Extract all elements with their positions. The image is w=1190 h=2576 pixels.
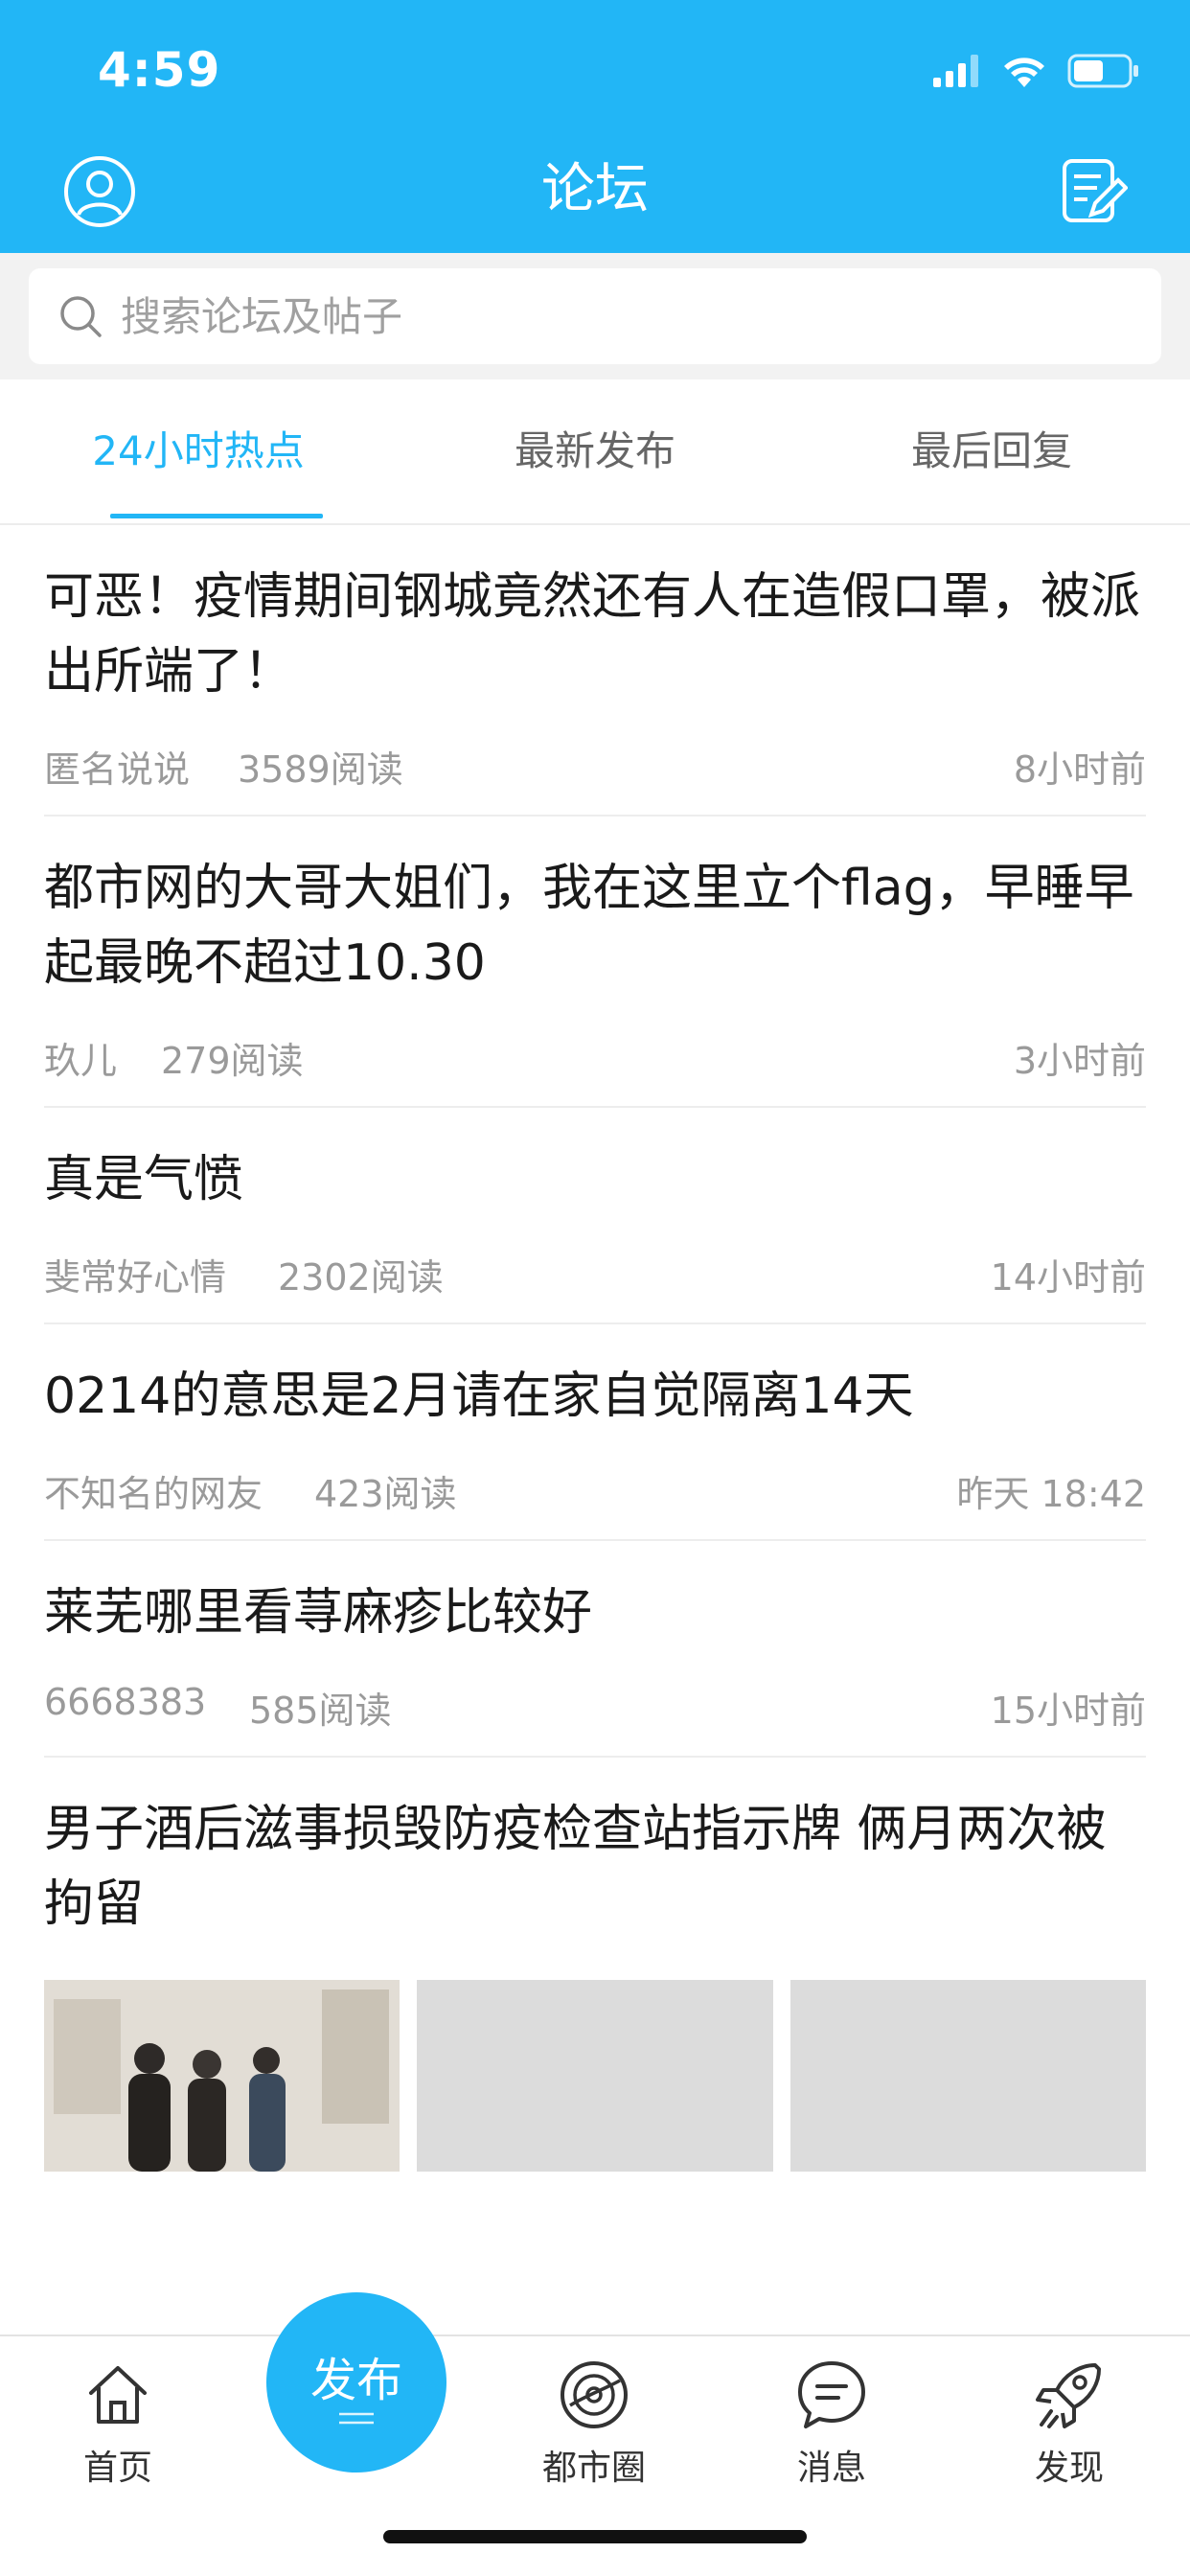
- tab-discover-label: 发现: [1034, 2449, 1104, 2488]
- search-input[interactable]: [119, 277, 1081, 356]
- tab-discover[interactable]: 发现: [993, 2354, 1146, 2490]
- post-reads: 2302阅读: [278, 1256, 444, 1299]
- tab-circle-label: 都市圈: [541, 2449, 646, 2488]
- post-reads: 3589阅读: [238, 748, 403, 791]
- post-image[interactable]: [417, 1980, 773, 2172]
- home-indicator: [383, 2530, 807, 2543]
- tab-home-label: 首页: [82, 2449, 152, 2488]
- post-reads: 585阅读: [249, 1690, 392, 1732]
- search-icon: [54, 289, 107, 343]
- post-time: 3小时前: [1013, 1040, 1146, 1082]
- post-title: 0214的意思是2月请在家自觉隔离14天: [44, 1368, 914, 1425]
- post-title: 都市网的大哥大姐们，我在这里立个flag，早睡早起最晚不超过10.30: [44, 860, 1134, 992]
- wifi-icon: [1004, 58, 1044, 87]
- post-author: 匿名说说: [44, 748, 191, 791]
- post-title: 莱芜哪里看荨麻疹比较好: [44, 1584, 593, 1642]
- battery-icon: [1067, 54, 1138, 88]
- planet-icon: [561, 2361, 628, 2428]
- home-icon: [89, 2366, 147, 2424]
- list-item[interactable]: 可恶！疫情期间钢城竟然还有人在造假口罩，被派出所端了！ 匿名说说 3589阅读 …: [44, 525, 1146, 816]
- signal-icon: [933, 55, 978, 87]
- post-title: 真是气愤: [44, 1151, 244, 1208]
- post-author: 6668383: [44, 1681, 207, 1723]
- post-meta: 不知名的网友 423阅读 昨天 18:42: [44, 1434, 1146, 1539]
- post-meta: 玖儿 279阅读 3小时前: [44, 1000, 1146, 1106]
- post-image[interactable]: [790, 1980, 1146, 2172]
- post-meta: 6668383 585阅读 15小时前: [44, 1650, 1146, 1756]
- status-time: 4:59: [98, 42, 221, 98]
- post-author: 玖儿: [44, 1040, 118, 1082]
- post-time: 14小时前: [990, 1256, 1146, 1299]
- post-time: 8小时前: [1013, 748, 1146, 791]
- post-author: 斐常好心情: [44, 1256, 227, 1299]
- status-icons: [933, 52, 1140, 90]
- post-meta: 斐常好心情 2302阅读 14小时前: [44, 1217, 1146, 1322]
- tab-label: 最新发布: [514, 427, 675, 474]
- tab-hot-24h[interactable]: 24小时热点: [0, 380, 397, 523]
- feed-tabs: 24小时热点 最新发布 最后回复: [0, 380, 1190, 525]
- tab-circle[interactable]: 都市圈: [517, 2354, 671, 2490]
- rocket-icon: [1036, 2363, 1101, 2428]
- list-item[interactable]: 男子酒后滋事损毁防疫检查站指示牌 俩月两次被拘留: [44, 1758, 1146, 2172]
- list-item[interactable]: 真是气愤 斐常好心情 2302阅读 14小时前: [44, 1108, 1146, 1324]
- post-reads: 279阅读: [161, 1040, 304, 1082]
- tab-home[interactable]: 首页: [41, 2354, 195, 2490]
- post-time: 15小时前: [990, 1690, 1146, 1732]
- tab-last-reply[interactable]: 最后回复: [793, 380, 1190, 523]
- tab-messages-label: 消息: [796, 2449, 866, 2488]
- post-list: 可恶！疫情期间钢城竟然还有人在造假口罩，被派出所端了！ 匿名说说 3589阅读 …: [0, 525, 1190, 2172]
- publish-button[interactable]: 发布: [266, 2292, 446, 2472]
- search-bar: [0, 253, 1190, 380]
- post-time: 昨天 18:42: [956, 1473, 1146, 1515]
- post-title: 可恶！疫情期间钢城竟然还有人在造假口罩，被派出所端了！: [44, 568, 1141, 701]
- list-item[interactable]: 0214的意思是2月请在家自觉隔离14天 不知名的网友 423阅读 昨天 18:…: [44, 1324, 1146, 1541]
- list-item[interactable]: 都市网的大哥大姐们，我在这里立个flag，早睡早起最晚不超过10.30 玖儿 2…: [44, 816, 1146, 1108]
- page-title: 论坛: [541, 158, 649, 220]
- forum-page: 4:59 论坛 搜索论坛及帖子 24小时热点 最新发布 最后回复 可恶！疫情期间…: [0, 0, 1190, 2576]
- post-meta: 匿名说说 3589阅读 8小时前: [44, 709, 1146, 815]
- tab-label: 24小时热点: [92, 427, 305, 474]
- tab-messages[interactable]: 消息: [755, 2354, 908, 2490]
- chat-bubble-icon: [798, 2361, 865, 2428]
- search-box[interactable]: [29, 268, 1161, 364]
- app-header: 4:59 论坛: [0, 0, 1190, 253]
- post-image[interactable]: [44, 1980, 400, 2172]
- list-item[interactable]: 莱芜哪里看荨麻疹比较好 6668383 585阅读 15小时前: [44, 1541, 1146, 1758]
- post-reads: 423阅读: [314, 1473, 457, 1515]
- tab-latest[interactable]: 最新发布: [397, 380, 793, 523]
- tab-label: 最后回复: [910, 427, 1072, 474]
- active-tab-indicator: [110, 514, 323, 518]
- menu-lines-icon: [339, 2412, 374, 2425]
- compose-button[interactable]: [1054, 151, 1134, 232]
- post-title: 男子酒后滋事损毁防疫检查站指示牌 俩月两次被拘留: [44, 1801, 1107, 1933]
- publish-label: 发布: [309, 2354, 402, 2407]
- edit-note-icon: [1063, 159, 1128, 222]
- post-images: [44, 1980, 1146, 2172]
- post-author: 不知名的网友: [44, 1473, 263, 1515]
